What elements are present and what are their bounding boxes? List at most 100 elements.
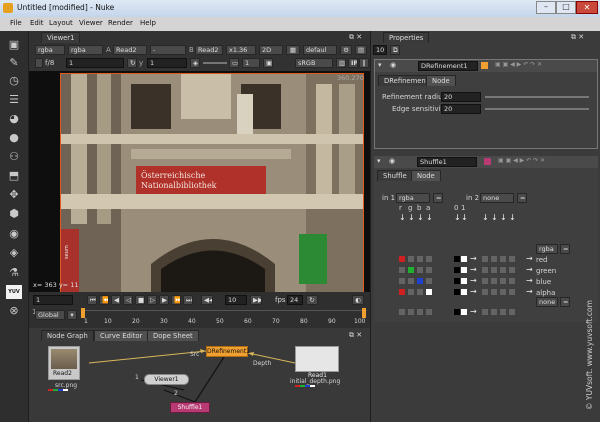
shuffle-cell[interactable] xyxy=(509,278,515,284)
tab-viewer1[interactable]: Viewer1 xyxy=(41,32,81,43)
tab-node-graph[interactable]: Node Graph xyxy=(41,330,94,341)
timeline-lock-icon[interactable]: ◐ xyxy=(352,295,364,305)
draw-tool-icon[interactable]: ✎ xyxy=(6,56,22,70)
layer-select[interactable]: rgba xyxy=(68,45,103,55)
roi-icon[interactable]: ▥ xyxy=(336,58,346,68)
shuffle-cell[interactable] xyxy=(399,309,405,315)
view-mode-select[interactable]: 2D xyxy=(259,45,283,55)
operation-select[interactable]: - xyxy=(150,45,186,55)
viewer-process-icon[interactable]: ▦ xyxy=(286,45,300,55)
shuffle-cell[interactable] xyxy=(399,267,405,273)
shuffle-zero-cell[interactable] xyxy=(454,289,460,295)
maximize-button[interactable]: □ xyxy=(556,1,576,14)
scope-select[interactable]: Global xyxy=(35,310,65,320)
ip-button[interactable]: IP xyxy=(348,58,358,68)
panel-float-icon[interactable]: ⧉ ✕ xyxy=(349,331,362,340)
lut-select[interactable]: defaul xyxy=(303,45,337,55)
shuffle-zero-cell[interactable] xyxy=(454,278,460,284)
out1-expand-icon[interactable]: = xyxy=(560,244,570,254)
prev-key-icon[interactable]: ⏪ xyxy=(99,295,109,305)
pause-icon[interactable]: ‖ xyxy=(359,58,369,68)
shuffle-cell[interactable] xyxy=(482,267,488,273)
shuffle-cell[interactable] xyxy=(509,289,515,295)
step-forward-n-icon[interactable]: ▶▶ xyxy=(250,295,262,305)
out1-select[interactable]: rgba xyxy=(536,244,558,254)
step-back-n-icon[interactable]: ◀◀ xyxy=(201,295,213,305)
keyer-tool-icon[interactable]: ⚇ xyxy=(6,150,22,164)
shuffle-one-cell[interactable] xyxy=(461,267,467,273)
shuffle-cell[interactable] xyxy=(417,267,423,273)
viewer-canvas[interactable]: Österreichische Nationalbibliothek seum … xyxy=(29,71,370,309)
shuffle-cell[interactable] xyxy=(408,278,414,284)
step-back-icon[interactable]: ◁ xyxy=(123,295,133,305)
menu-layout[interactable]: Layout xyxy=(49,19,73,27)
shuffle-cell[interactable] xyxy=(408,256,414,262)
shuffle-cell[interactable] xyxy=(408,289,414,295)
go-last-icon[interactable]: ⏭ xyxy=(183,295,193,305)
shuffle-cell[interactable] xyxy=(500,267,506,273)
display-lut-select[interactable]: sRGB xyxy=(295,58,333,68)
shuffle-cell[interactable] xyxy=(500,289,506,295)
minimize-button[interactable]: – xyxy=(536,1,556,14)
go-first-icon[interactable]: ⏮ xyxy=(87,295,97,305)
filter-tool-icon[interactable]: ● xyxy=(6,131,22,145)
color-tool-icon[interactable]: ◕ xyxy=(6,112,22,126)
play-back-icon[interactable]: ◀ xyxy=(111,295,121,305)
refinement-radius-slider[interactable] xyxy=(485,96,589,98)
stop-icon[interactable]: ■ xyxy=(135,295,145,305)
viewer-toggle-icon[interactable]: ◉ xyxy=(390,61,396,69)
time-tool-icon[interactable]: ◷ xyxy=(6,74,22,88)
shuffle-one-cell[interactable] xyxy=(461,256,467,262)
shuffle-cell[interactable] xyxy=(399,278,405,284)
shuffle-cell[interactable] xyxy=(500,278,506,284)
max-panels-field[interactable]: 10 xyxy=(373,45,387,55)
out2-select[interactable]: none xyxy=(536,297,558,307)
menu-viewer[interactable]: Viewer xyxy=(79,19,103,27)
shuffle-zero-cell[interactable] xyxy=(454,309,460,315)
gamma-field[interactable]: 1 xyxy=(147,58,187,68)
read2-node[interactable]: Read2 xyxy=(48,346,80,380)
menu-file[interactable]: File xyxy=(10,19,22,27)
shuffle-cell[interactable] xyxy=(417,289,423,295)
gamma-toggle-icon[interactable]: ◈ xyxy=(190,58,200,68)
merge-tool-icon[interactable]: ⬒ xyxy=(6,169,22,183)
gain-slider[interactable] xyxy=(203,62,227,64)
viewer-settings-icon[interactable]: ⚙ xyxy=(340,45,352,55)
proxy-icon[interactable]: ▣ xyxy=(263,58,273,68)
shuffle-cell[interactable] xyxy=(482,256,488,262)
collapse-arrow-icon[interactable]: ▾ xyxy=(378,61,382,69)
input-a-select[interactable]: Read2 xyxy=(113,45,147,55)
edge-sensitivity-slider[interactable] xyxy=(485,108,589,110)
tab-node[interactable]: Node xyxy=(426,75,456,86)
edge-sensitivity-field[interactable]: 20 xyxy=(441,104,481,114)
next-key-icon[interactable]: ⏩ xyxy=(171,295,181,305)
shuffle-cell[interactable] xyxy=(500,256,506,262)
shuffle-cell[interactable] xyxy=(426,289,432,295)
channels-select[interactable]: rgba xyxy=(35,45,65,55)
shuffle-cell[interactable] xyxy=(500,309,506,315)
shuffle-zero-cell[interactable] xyxy=(454,267,460,273)
viewer1-node[interactable]: Viewer1 xyxy=(144,374,189,385)
shuffle-cell[interactable] xyxy=(426,278,432,284)
out2-expand-icon[interactable]: = xyxy=(560,297,570,307)
shuffle-cell[interactable] xyxy=(509,309,515,315)
shuffle-cell[interactable] xyxy=(509,267,515,273)
shuffle-cell[interactable] xyxy=(482,278,488,284)
increment-field[interactable]: 10 xyxy=(225,295,247,305)
fps-field[interactable]: 24 xyxy=(287,295,303,305)
node-color-swatch[interactable] xyxy=(481,62,488,69)
frame-step-select[interactable]: 1 xyxy=(242,58,260,68)
shuffle-cell[interactable] xyxy=(408,309,414,315)
tab-curve-editor[interactable]: Curve Editor xyxy=(94,330,149,341)
image-tool-icon[interactable]: ▣ xyxy=(6,38,22,52)
menu-help[interactable]: Help xyxy=(140,19,156,27)
shuffle1-node[interactable]: Shuffle1 xyxy=(170,402,210,413)
shuffle-cell[interactable] xyxy=(482,289,488,295)
shuffle-one-cell[interactable] xyxy=(461,289,467,295)
shuffle-cell[interactable] xyxy=(417,256,423,262)
color-picker-icon[interactable] xyxy=(35,58,43,68)
tab-dope-sheet[interactable]: Dope Sheet xyxy=(147,330,199,341)
panel-float-icon[interactable]: ⧉ ✕ xyxy=(349,33,362,42)
viewer-lock-icon[interactable]: ▤ xyxy=(355,45,367,55)
shuffle-cell[interactable] xyxy=(417,309,423,315)
